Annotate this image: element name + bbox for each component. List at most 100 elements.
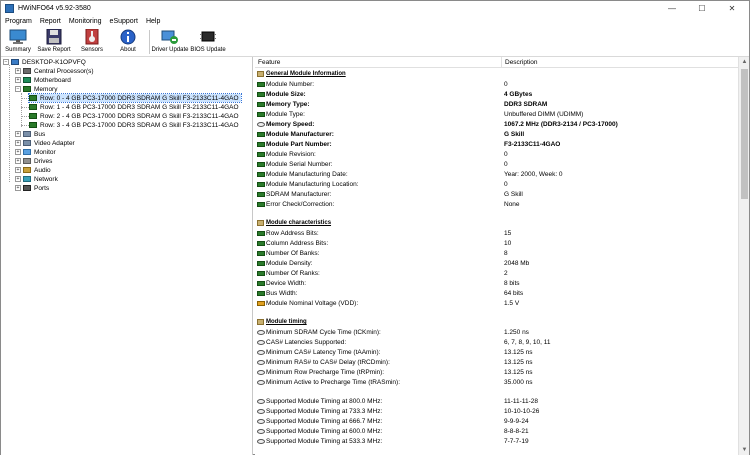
scroll-thumb[interactable]: [741, 69, 748, 199]
memory-row-3[interactable]: Row: 3 - 4 GB PC3-17000 DDR3 SDRAM G Ski…: [29, 121, 239, 129]
save-report-button[interactable]: Save Report: [37, 28, 71, 56]
close-button[interactable]: ✕: [721, 1, 743, 15]
memory-icon: [23, 86, 31, 92]
detail-row[interactable]: Memory Speed: 1067.2 MHz (DDR3-2134 / PC3…: [255, 119, 739, 129]
memory-row-0[interactable]: Row: 0 - 4 GB PC3-17000 DDR3 SDRAM G Ski…: [28, 93, 242, 103]
tree-item-monitor[interactable]: + Monitor: [15, 148, 56, 156]
detail-row[interactable]: Minimum Row Precharge Time (tRPmin): 13.1…: [255, 367, 739, 377]
detail-row[interactable]: Error Check/Correction: None: [255, 199, 739, 209]
about-button[interactable]: About: [115, 28, 141, 56]
detail-row[interactable]: Module Manufacturing Location: 0: [255, 179, 739, 189]
detail-row[interactable]: Module Manufacturer: G Skill: [255, 129, 739, 139]
app-window: HWiNFO64 v5.92-3580 — ☐ ✕ Program Report…: [0, 0, 750, 455]
expand-toggle[interactable]: +: [15, 185, 21, 191]
menu-program[interactable]: Program: [1, 18, 36, 25]
detail-row[interactable]: Supported Module Timing at 533.3 MHz: 7-7…: [255, 436, 739, 446]
memory-row-2[interactable]: Row: 2 - 4 GB PC3-17000 DDR3 SDRAM G Ski…: [29, 112, 239, 120]
detail-row[interactable]: Minimum CAS# Latency Time (tAAmin): 13.12…: [255, 347, 739, 357]
feature-value: 13.125 ns: [504, 348, 533, 356]
expand-toggle[interactable]: −: [15, 86, 21, 92]
feature-label: Column Address Bits:: [266, 239, 329, 247]
detail-row[interactable]: Module Number: 0: [255, 79, 739, 89]
expand-toggle[interactable]: +: [15, 131, 21, 137]
memory-row-1[interactable]: Row: 1 - 4 GB PC3-17000 DDR3 SDRAM G Ski…: [29, 103, 239, 111]
tree-item-memory[interactable]: − Memory: [15, 85, 57, 93]
tree-item-bus[interactable]: + Bus: [15, 130, 45, 138]
feature-label: Minimum SDRAM Cycle Time (tCKmin):: [266, 328, 381, 336]
column-header-description[interactable]: Description: [502, 57, 738, 68]
detail-row[interactable]: Module Serial Number: 0: [255, 159, 739, 169]
detail-row[interactable]: Supported Module Timing at 733.3 MHz: 10-…: [255, 406, 739, 416]
expand-toggle[interactable]: +: [15, 176, 21, 182]
detail-row[interactable]: Minimum Active to Precharge Time (tRASmi…: [255, 377, 739, 387]
detail-row[interactable]: Module Density: 2048 Mb: [255, 258, 739, 268]
toolbar: Summary Save Report Sensors About Driver…: [1, 27, 749, 57]
detail-row[interactable]: Device Width: 8 bits: [255, 278, 739, 288]
detail-row[interactable]: Supported Module Timing at 800.0 MHz: 11-…: [255, 396, 739, 406]
feature-value: 1.250 ns: [504, 328, 529, 336]
sensors-button[interactable]: Sensors: [79, 28, 105, 56]
vertical-scrollbar[interactable]: ▲ ▼: [738, 57, 749, 455]
detail-row[interactable]: Module Manufacturing Date: Year: 2000, We…: [255, 169, 739, 179]
expand-toggle[interactable]: +: [15, 167, 21, 173]
minimize-button[interactable]: —: [661, 1, 683, 15]
menu-help[interactable]: Help: [142, 18, 164, 25]
tree-item-drives[interactable]: + Drives: [15, 157, 52, 165]
detail-row[interactable]: Module Part Number: F3-2133C11-4GAO: [255, 139, 739, 149]
detail-row[interactable]: Minimum RAS# to CAS# Delay (tRCDmin): 13.…: [255, 357, 739, 367]
feature-label: Module Manufacturer:: [266, 130, 334, 138]
scroll-up-arrow[interactable]: ▲: [739, 57, 750, 67]
tree-connector: [21, 116, 29, 117]
tree-item-network[interactable]: + Network: [15, 175, 58, 183]
detail-row[interactable]: Supported Module Timing at 666.7 MHz: 9-9…: [255, 416, 739, 426]
detail-row[interactable]: Minimum SDRAM Cycle Time (tCKmin): 1.250 …: [255, 327, 739, 337]
detail-row[interactable]: Module Nominal Voltage (VDD): 1.5 V: [255, 298, 739, 308]
expand-toggle[interactable]: +: [15, 158, 21, 164]
detail-row[interactable]: SDRAM Manufacturer: G Skill: [255, 189, 739, 199]
menu-report[interactable]: Report: [36, 18, 65, 25]
tree-item-motherboard[interactable]: + Motherboard: [15, 76, 71, 84]
memory-chip-icon: [257, 171, 265, 177]
summary-button[interactable]: Summary: [5, 28, 31, 56]
memory-chip-icon: [257, 181, 265, 187]
column-header-feature[interactable]: Feature: [255, 57, 505, 68]
feature-value: G Skill: [504, 190, 523, 198]
tree-root[interactable]: − DESKTOP-K1OPVFQ: [3, 58, 86, 66]
voltage-icon: [257, 300, 265, 306]
expand-toggle[interactable]: +: [15, 77, 21, 83]
bios-update-button[interactable]: BIOS Update: [190, 28, 226, 56]
detail-row[interactable]: Row Address Bits: 15: [255, 228, 739, 238]
feature-label: Module Size:: [266, 90, 306, 98]
expand-toggle[interactable]: +: [15, 140, 21, 146]
clock-icon: [257, 329, 265, 335]
detail-row[interactable]: Memory Type: DDR3 SDRAM: [255, 99, 739, 109]
memory-chip-icon: [257, 151, 265, 157]
section-icon: [257, 220, 264, 226]
tree-item-audio[interactable]: + Audio: [15, 166, 51, 174]
driver-update-button[interactable]: Driver Update: [152, 28, 189, 56]
expand-toggle[interactable]: +: [15, 68, 21, 74]
scroll-down-arrow[interactable]: ▼: [739, 445, 750, 455]
detail-row[interactable]: Column Address Bits: 10: [255, 238, 739, 248]
detail-row[interactable]: Module Revision: 0: [255, 149, 739, 159]
detail-row[interactable]: Bus Width: 64 bits: [255, 288, 739, 298]
detail-row[interactable]: Number Of Banks: 8: [255, 248, 739, 258]
tree-item-label: Row: 1 - 4 GB PC3-17000 DDR3 SDRAM G Ski…: [40, 103, 239, 111]
maximize-button[interactable]: ☐: [691, 1, 713, 15]
detail-row[interactable]: Module Type: Unbuffered DIMM (UDIMM): [255, 109, 739, 119]
menu-esupport[interactable]: eSupport: [106, 18, 142, 25]
feature-value: 0: [504, 180, 508, 188]
expand-toggle[interactable]: −: [3, 59, 9, 65]
tree-item-cpu[interactable]: + Central Processor(s): [15, 67, 94, 75]
detail-row[interactable]: Supported Module Timing at 600.0 MHz: 8-8…: [255, 426, 739, 436]
tree-item-video-adapter[interactable]: + Video Adapter: [15, 139, 75, 147]
tree-item-ports[interactable]: + Ports: [15, 184, 49, 192]
expand-toggle[interactable]: +: [15, 149, 21, 155]
menu-monitoring[interactable]: Monitoring: [65, 18, 106, 25]
feature-label: Minimum Active to Precharge Time (tRASmi…: [266, 378, 401, 386]
feature-label: Memory Type:: [266, 100, 310, 108]
section-title: Module characteristics: [266, 220, 332, 226]
detail-row[interactable]: Number Of Ranks: 2: [255, 268, 739, 278]
detail-row[interactable]: Module Size: 4 GBytes: [255, 89, 739, 99]
detail-row[interactable]: CAS# Latencies Supported: 6, 7, 8, 9, 10,…: [255, 337, 739, 347]
